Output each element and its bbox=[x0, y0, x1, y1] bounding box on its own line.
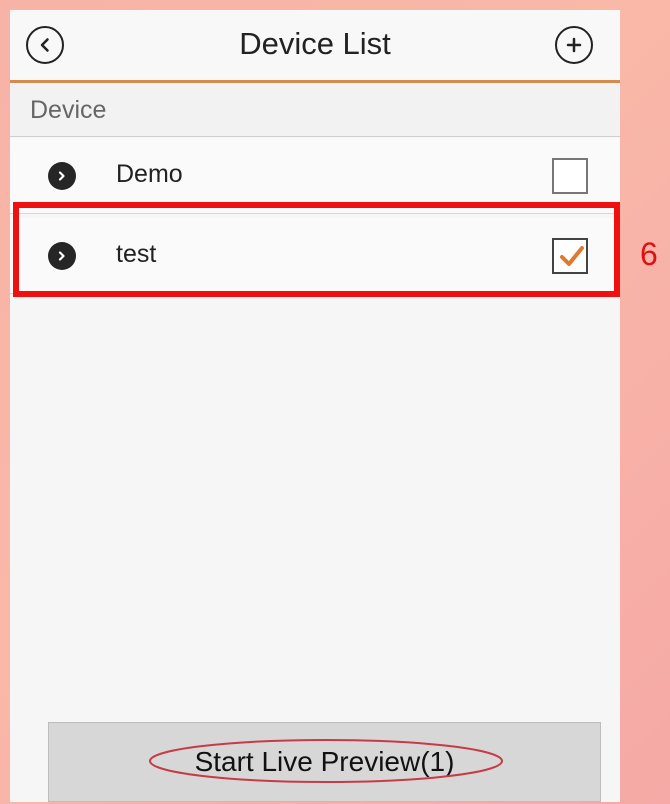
chevron-right-icon bbox=[58, 251, 65, 261]
annotation-number: 6 bbox=[640, 236, 658, 272]
top-header: Device List bbox=[10, 10, 620, 83]
start-live-preview-button[interactable]: Start Live Preview(1) bbox=[48, 722, 601, 802]
device-name: test bbox=[116, 240, 157, 268]
device-row-test[interactable]: test bbox=[10, 218, 620, 294]
add-device-button[interactable] bbox=[555, 26, 593, 64]
device-row-demo[interactable]: Demo bbox=[10, 138, 620, 214]
plus-icon bbox=[566, 37, 582, 53]
device-section-label: Device bbox=[10, 83, 620, 137]
device-expand-button[interactable] bbox=[48, 242, 76, 270]
chevron-right-icon bbox=[58, 171, 65, 181]
button-label: Start Live Preview(1) bbox=[194, 746, 455, 777]
device-expand-button[interactable] bbox=[48, 162, 76, 190]
page-title: Device List bbox=[239, 26, 391, 61]
device-checkbox[interactable] bbox=[552, 158, 588, 194]
device-list-screen: Device List Device Demo test Start Live … bbox=[10, 10, 620, 802]
device-name: Demo bbox=[116, 160, 183, 188]
checkmark-icon bbox=[560, 246, 584, 266]
device-checkbox-checked[interactable] bbox=[552, 238, 588, 274]
